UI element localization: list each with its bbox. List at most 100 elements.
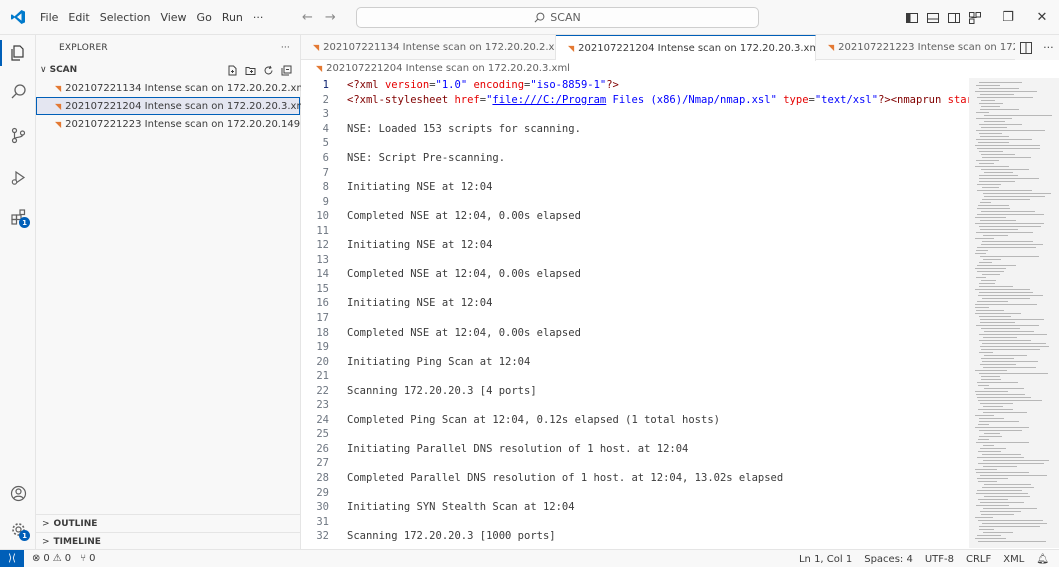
line-number: 22 — [316, 384, 329, 397]
breadcrumb[interactable]: ◥ 202107221204 Intense scan on 172.20.20… — [301, 60, 1059, 77]
menu-edit[interactable]: Edit — [63, 0, 94, 35]
line-text: <?xml-stylesheet href="file:///C:/Progra… — [347, 93, 969, 106]
toggle-panel-icon[interactable] — [927, 12, 939, 24]
file-item-selected[interactable]: ◥ 202107221204 Intense scan on 172.20.20… — [36, 97, 309, 115]
tab-scan-172-20-20-2[interactable]: ◥ 202107221134 Intense scan on 172.20.20… — [301, 35, 556, 60]
code-editor[interactable]: 1 <?xml version="1.0" encoding="iso-8859… — [301, 78, 969, 549]
accounts-icon[interactable] — [0, 475, 36, 511]
code-line: 21 — [301, 369, 969, 384]
minimap-line — [983, 367, 1036, 368]
minimap-line — [979, 529, 994, 530]
minimap-line — [977, 148, 1040, 149]
minimap-line — [979, 103, 1003, 104]
menu-file[interactable]: File — [35, 0, 63, 35]
menu-run[interactable]: Run — [217, 0, 248, 35]
minimap-line — [980, 202, 991, 203]
menu-more[interactable]: ··· — [248, 0, 269, 35]
tab-scan-172-20-20-3[interactable]: ◥ 202107221204 Intense scan on 172.20.20… — [556, 35, 816, 61]
menu-go[interactable]: Go — [192, 0, 217, 35]
code-line: 6 NSE: Script Pre-scanning. — [301, 151, 969, 166]
restore-icon[interactable]: ❐ — [991, 10, 1025, 25]
minimap-line — [984, 433, 1000, 434]
minimap-line — [975, 91, 1037, 92]
file-encoding[interactable]: UTF-8 — [925, 554, 954, 565]
indentation[interactable]: Spaces: 4 — [864, 554, 913, 565]
tab-scan-172-20-20-149[interactable]: ◥ 202107221223 Intense scan on 172.20.2 — [816, 35, 1016, 60]
minimap[interactable] — [969, 78, 1059, 549]
forward-arrow-icon[interactable]: → — [325, 10, 336, 25]
minimap-line — [982, 298, 1030, 299]
line-text: Completed Parallel DNS resolution of 1 h… — [347, 472, 784, 485]
minimap-line — [975, 415, 994, 416]
minimap-line — [981, 169, 1029, 170]
command-center-search[interactable]: SCAN — [356, 7, 759, 28]
minimap-line — [978, 481, 997, 482]
code-line: 18 Completed NSE at 12:04, 0.00s elapsed — [301, 325, 969, 340]
folder-section-header[interactable]: ∨ SCAN — [36, 61, 300, 79]
minimap-line — [979, 436, 1002, 437]
outline-section[interactable]: > OUTLINE — [36, 514, 301, 532]
split-editor-icon[interactable] — [1020, 41, 1033, 54]
line-number: 8 — [322, 181, 329, 194]
timeline-section[interactable]: > TIMELINE — [36, 532, 301, 550]
manage-gear-icon[interactable]: 1 — [0, 511, 36, 547]
refresh-icon[interactable] — [263, 65, 274, 76]
collapse-all-icon[interactable] — [281, 65, 292, 76]
code-line: 4 NSE: Loaded 153 scripts for scanning. — [301, 122, 969, 137]
minimap-line — [976, 85, 1000, 86]
toggle-primary-sidebar-icon[interactable] — [906, 12, 918, 24]
code-line: 25 — [301, 427, 969, 442]
search-view-icon[interactable] — [0, 73, 36, 109]
line-number: 5 — [322, 137, 329, 150]
minimap-line — [976, 160, 999, 161]
tab-label: 202107221204 Intense scan on 172.20.20.3… — [578, 43, 816, 54]
file-item[interactable]: ◥ 202107221134 Intense scan on 172.20.20… — [36, 79, 309, 97]
minimize-icon[interactable]: – — [957, 10, 991, 25]
code-line: 10 Completed NSE at 12:04, 0.00s elapsed — [301, 209, 969, 224]
minimap-line — [983, 337, 1017, 338]
code-line: 2 <?xml-stylesheet href="file:///C:/Prog… — [301, 93, 969, 108]
explorer-more-actions[interactable]: ··· — [281, 43, 290, 53]
problems-indicator[interactable]: ⊗ 0 ⚠ 0 ⑂ 0 — [24, 553, 95, 564]
minimap-line — [982, 343, 1046, 344]
minimap-line — [977, 490, 1022, 491]
new-file-icon[interactable] — [227, 65, 238, 76]
line-text: Initiating NSE at 12:04 — [347, 181, 493, 194]
close-icon[interactable]: ✕ — [1025, 10, 1059, 25]
xml-file-icon: ◥ — [55, 101, 62, 111]
minimap-line — [977, 214, 1044, 215]
minimap-line — [977, 208, 1010, 209]
minimap-line — [980, 136, 1009, 137]
notifications-bell-icon[interactable]: 🔔︎ — [1036, 554, 1049, 565]
menu-selection[interactable]: Selection — [95, 0, 156, 35]
minimap-line — [978, 409, 1013, 410]
editor-more-actions[interactable]: ··· — [1043, 41, 1054, 54]
minimap-line — [979, 340, 1031, 341]
minimap-line — [979, 181, 1015, 182]
file-name: 202107221204 Intense scan on 172.20.20.3… — [65, 100, 309, 112]
minimap-line — [979, 430, 1022, 431]
minimap-line — [979, 82, 1022, 83]
file-item[interactable]: ◥ 202107221223 Intense scan on 172.20.20… — [36, 115, 322, 133]
minimap-line — [975, 517, 993, 518]
cursor-position[interactable]: Ln 1, Col 1 — [799, 554, 852, 565]
menu-view[interactable]: View — [155, 0, 191, 35]
end-of-line[interactable]: CRLF — [966, 554, 991, 565]
minimap-line — [975, 304, 1037, 305]
run-debug-icon[interactable] — [0, 159, 36, 195]
extensions-icon[interactable]: 1 — [0, 198, 36, 234]
back-arrow-icon[interactable]: ← — [302, 10, 313, 25]
language-mode[interactable]: XML — [1003, 554, 1024, 565]
line-number: 30 — [316, 501, 329, 514]
line-number: 31 — [316, 515, 329, 528]
editor-tabs: ◥ 202107221134 Intense scan on 172.20.20… — [301, 35, 1059, 61]
xml-file-icon: ◥ — [316, 64, 323, 73]
remote-indicator-icon[interactable]: ⟩⟨ — [0, 549, 24, 567]
new-folder-icon[interactable] — [245, 65, 256, 76]
minimap-line — [984, 355, 1027, 356]
minimap-line — [979, 292, 1033, 293]
explorer-icon[interactable] — [0, 35, 36, 71]
minimap-line — [982, 199, 1030, 200]
source-control-icon[interactable] — [0, 117, 36, 153]
active-indicator — [0, 40, 2, 66]
